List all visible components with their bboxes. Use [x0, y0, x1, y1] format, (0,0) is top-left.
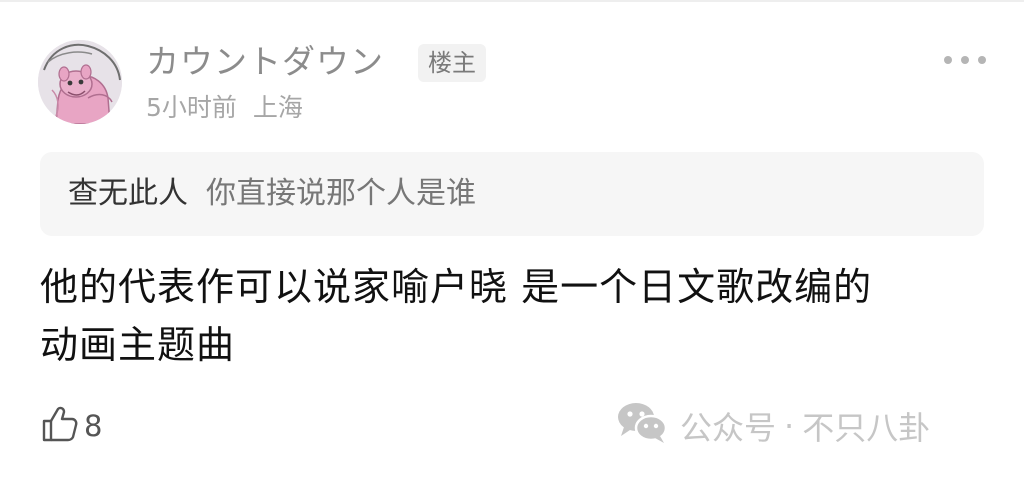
author-badge: 楼主: [418, 44, 486, 82]
like-count: 8: [84, 409, 103, 443]
wechat-icon: [616, 400, 668, 452]
comment-body-line: 他的代表作可以说家喻户晓 是一个日文歌改编的: [40, 265, 873, 309]
comment-meta: 5小时前 上海: [146, 92, 303, 124]
thumbs-up-icon: [40, 404, 80, 448]
comment-body: 他的代表作可以说家喻户晓 是一个日文歌改编的 动画主题曲: [40, 258, 990, 374]
quoted-reply[interactable]: 查无此人 你直接说那个人是谁: [40, 152, 984, 236]
comment-body-line: 动画主题曲: [40, 323, 236, 367]
watermark-label: 公众号: [680, 409, 777, 447]
watermark-separator: ·: [784, 407, 795, 445]
location: 上海: [252, 93, 303, 122]
quoted-text: 你直接说那个人是谁: [206, 176, 476, 211]
avatar[interactable]: [38, 40, 122, 124]
like-button[interactable]: 8: [40, 404, 102, 448]
top-divider: [0, 0, 1024, 2]
more-dots-icon[interactable]: [944, 50, 986, 70]
quoted-author: 查无此人: [68, 176, 188, 211]
timestamp: 5小时前: [146, 93, 237, 122]
pink-panther-avatar-image: [38, 40, 122, 124]
watermark-account-name: 不只八卦: [802, 409, 931, 447]
username[interactable]: カウントダウン: [146, 40, 384, 84]
watermark: 公众号 · 不只八卦: [616, 400, 930, 452]
